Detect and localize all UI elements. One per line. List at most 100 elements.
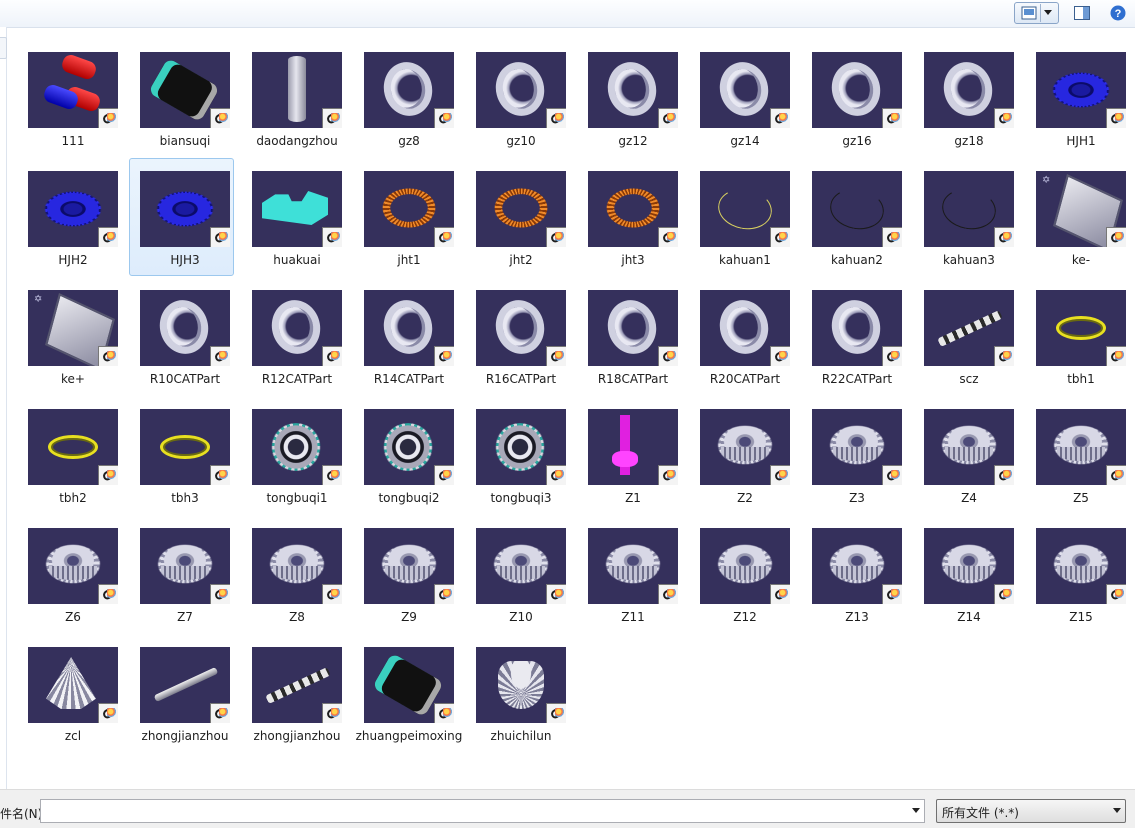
- file-name: tbh1: [1067, 372, 1095, 386]
- part-preview: [825, 56, 887, 122]
- catia-badge-icon: [210, 108, 230, 128]
- part-preview: [157, 544, 213, 584]
- file-name: scz: [959, 372, 979, 386]
- file-name: Z3: [849, 491, 865, 505]
- file-thumbnail: [700, 171, 790, 247]
- part-preview: [494, 188, 548, 228]
- file-name: HJH3: [170, 253, 200, 267]
- file-name: ke+: [61, 372, 85, 386]
- file-name: R14CATPart: [373, 372, 445, 386]
- file-thumbnail: [1036, 528, 1126, 604]
- catia-badge-icon: [434, 227, 454, 247]
- file-thumbnail: [28, 528, 118, 604]
- file-name: ke-: [1071, 253, 1091, 267]
- catia-badge-icon: [98, 465, 118, 485]
- part-preview: [46, 657, 96, 709]
- file-thumbnail: [252, 528, 342, 604]
- chevron-down-icon: [1044, 10, 1052, 15]
- file-thumbnail: [476, 647, 566, 723]
- part-preview: [937, 310, 1003, 347]
- file-name: R20CATPart: [709, 372, 781, 386]
- file-name: HJH1: [1066, 134, 1096, 148]
- file-thumbnail: [812, 409, 902, 485]
- catia-badge-icon: [322, 346, 342, 366]
- catia-badge-icon: [322, 465, 342, 485]
- file-thumbnail: ✡: [1036, 171, 1126, 247]
- star-icon: ✡: [1042, 175, 1051, 186]
- file-name: kahuan3: [943, 253, 995, 267]
- catia-badge-icon: [210, 227, 230, 247]
- file-thumbnail: [28, 647, 118, 723]
- file-thumbnail: [924, 409, 1014, 485]
- file-name: gz16: [842, 134, 872, 148]
- file-thumbnail: [252, 647, 342, 723]
- file-name: tongbuqi1: [266, 491, 328, 505]
- file-name: Z13: [845, 610, 869, 624]
- toolbar: ?: [0, 0, 1135, 28]
- file-thumbnail: [700, 52, 790, 128]
- catia-badge-icon: [322, 108, 342, 128]
- catia-badge-icon: [434, 108, 454, 128]
- part-preview: [377, 294, 439, 360]
- catia-badge-icon: [210, 465, 230, 485]
- file-name: daodangzhou: [256, 134, 338, 148]
- catia-badge-icon: [546, 703, 566, 723]
- file-thumbnail: [476, 409, 566, 485]
- part-preview: [381, 544, 437, 584]
- file-thumbnail: [476, 528, 566, 604]
- part-preview: [262, 191, 328, 225]
- catia-badge-icon: [322, 703, 342, 723]
- file-thumbnail: [1036, 52, 1126, 128]
- chevron-down-icon[interactable]: [912, 808, 920, 813]
- filetype-select[interactable]: 所有文件 (*.*): [936, 799, 1126, 823]
- catia-badge-icon: [322, 584, 342, 604]
- file-name: Z4: [961, 491, 977, 505]
- file-thumbnail: [1036, 290, 1126, 366]
- file-name: jht1: [397, 253, 421, 267]
- catia-badge-icon: [210, 584, 230, 604]
- file-thumbnail: [588, 52, 678, 128]
- part-preview: [493, 544, 549, 584]
- file-name: R18CATPart: [597, 372, 669, 386]
- file-name: Z9: [401, 610, 417, 624]
- part-preview: [153, 666, 219, 703]
- pane-splitter-handle[interactable]: [0, 37, 7, 59]
- file-thumbnail: [924, 528, 1014, 604]
- catia-badge-icon: [1106, 108, 1126, 128]
- file-name: R12CATPart: [261, 372, 333, 386]
- part-preview: [489, 56, 551, 122]
- file-thumbnail: [812, 171, 902, 247]
- filename-input[interactable]: [41, 800, 909, 820]
- part-preview: [826, 184, 888, 234]
- change-view-button[interactable]: [1014, 2, 1059, 24]
- file-name: R16CATPart: [485, 372, 557, 386]
- preview-pane-button[interactable]: [1070, 2, 1094, 24]
- file-thumbnail: [140, 528, 230, 604]
- catia-badge-icon: [1106, 465, 1126, 485]
- file-thumbnail: [588, 528, 678, 604]
- file-name: biansuqi: [159, 134, 211, 148]
- part-preview: [45, 544, 101, 584]
- file-name: gz14: [730, 134, 760, 148]
- file-name: tbh2: [59, 491, 87, 505]
- file-thumbnail: [364, 52, 454, 128]
- file-thumbnail: [700, 528, 790, 604]
- file-name: HJH2: [58, 253, 88, 267]
- file-name: tongbuqi2: [378, 491, 440, 505]
- file-thumbnail: [924, 52, 1014, 128]
- file-name: Z6: [65, 610, 81, 624]
- part-preview: [1056, 316, 1106, 340]
- catia-badge-icon: [434, 346, 454, 366]
- part-preview: [825, 294, 887, 360]
- file-thumbnail: [28, 171, 118, 247]
- catia-badge-icon: [546, 584, 566, 604]
- filename-combobox[interactable]: [40, 799, 925, 823]
- file-name: gz8: [398, 134, 420, 148]
- catia-badge-icon: [770, 346, 790, 366]
- part-preview: [269, 544, 325, 584]
- file-name: huakuai: [273, 253, 321, 267]
- part-preview: [1053, 425, 1109, 465]
- file-thumbnail: [140, 409, 230, 485]
- help-button[interactable]: ?: [1106, 2, 1130, 24]
- catia-badge-icon: [658, 346, 678, 366]
